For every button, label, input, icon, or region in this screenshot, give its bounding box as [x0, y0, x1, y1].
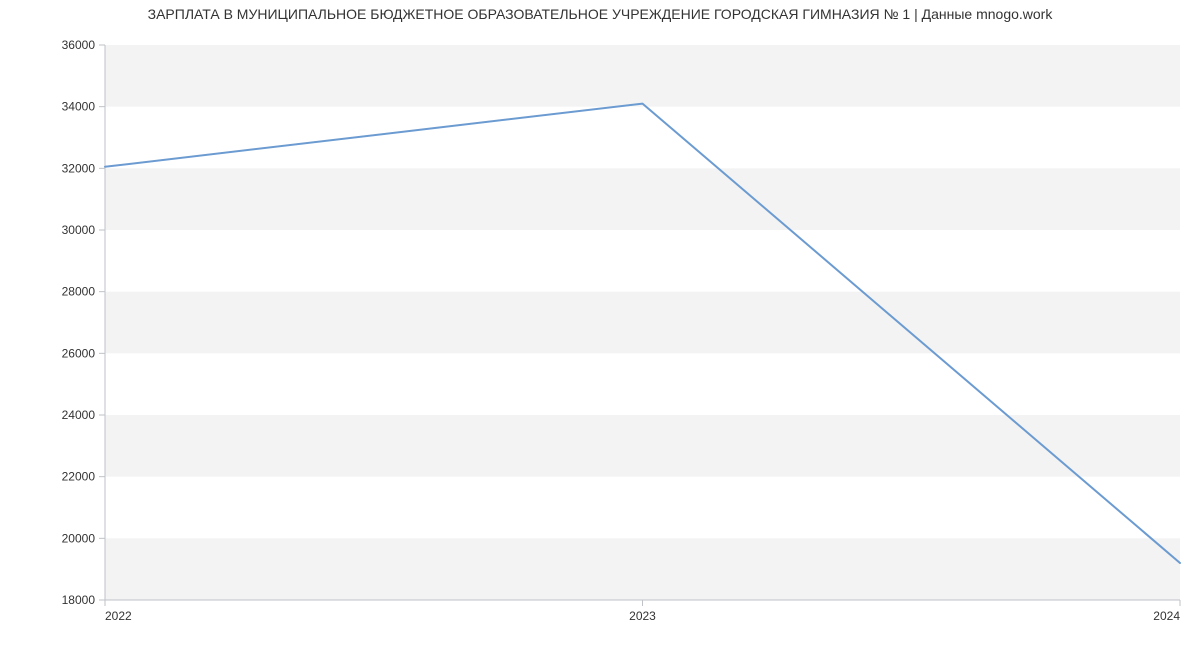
- y-tick-label: 20000: [62, 531, 96, 545]
- y-tick-label: 30000: [62, 223, 96, 237]
- y-tick-label: 34000: [62, 100, 96, 114]
- y-tick-label: 32000: [62, 161, 96, 175]
- chart-title: ЗАРПЛАТА В МУНИЦИПАЛЬНОЕ БЮДЖЕТНОЕ ОБРАЗ…: [0, 6, 1200, 22]
- x-tick-label: 2024: [1153, 609, 1180, 623]
- y-tick-label: 36000: [62, 38, 96, 52]
- plot-band: [105, 538, 1180, 600]
- y-tick-label: 24000: [62, 408, 96, 422]
- y-tick-label: 26000: [62, 346, 96, 360]
- line-chart: ЗАРПЛАТА В МУНИЦИПАЛЬНОЕ БЮДЖЕТНОЕ ОБРАЗ…: [0, 0, 1200, 650]
- y-tick-label: 28000: [62, 285, 96, 299]
- plot-band: [105, 45, 1180, 107]
- plot-band: [105, 292, 1180, 354]
- x-tick-label: 2023: [629, 609, 656, 623]
- y-tick-label: 18000: [62, 593, 96, 607]
- chart-svg: 18000 20000 22000 24000 26000 28000 30000 32000…: [0, 0, 1200, 650]
- plot-band: [105, 168, 1180, 230]
- y-tick-label: 22000: [62, 470, 96, 484]
- x-tick-label: 2022: [105, 609, 132, 623]
